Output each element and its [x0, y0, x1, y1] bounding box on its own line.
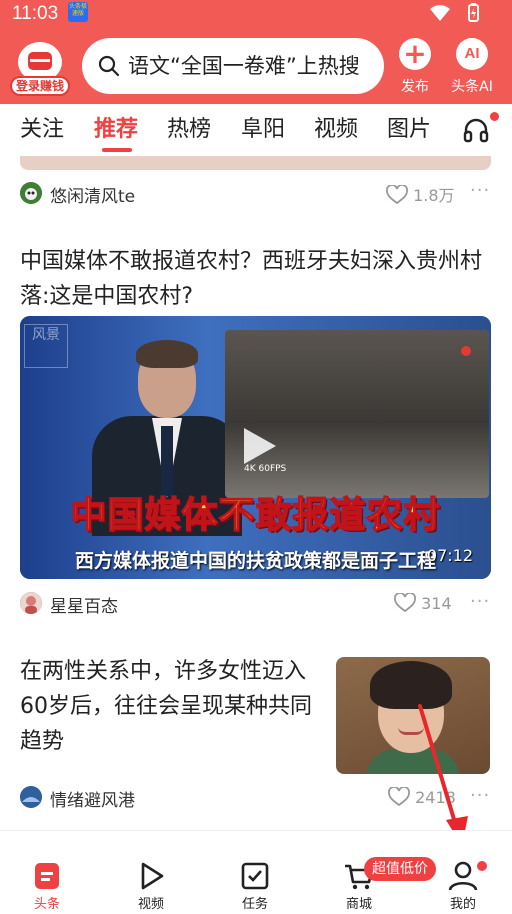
plus-icon: + [399, 38, 431, 70]
search-hint-text: 语文“全国一卷难”上热搜 [128, 54, 360, 78]
avatar[interactable] [20, 182, 42, 204]
previous-article-image[interactable] [20, 156, 491, 170]
heart-icon [388, 786, 410, 807]
video-subtitle-caption: 西方媒体报道中国的扶贫政策都是面子工程 [74, 550, 436, 572]
author-name[interactable]: 悠闲清风te [50, 182, 135, 207]
heart-icon [394, 592, 416, 613]
more-options-icon[interactable]: ··· [470, 785, 490, 806]
like-button[interactable]: 2418 [388, 786, 456, 807]
like-count: 2418 [415, 788, 456, 807]
avatar[interactable] [20, 786, 42, 808]
top-header: 登录赚钱 语文“全国一卷难”上热搜 + 发布 AI 头条AI [0, 28, 512, 104]
recording-dot [461, 346, 471, 356]
article-title[interactable]: 中国媒体不敢报道农村？西班牙夫妇深入贵州村落:这是中国农村? [20, 244, 490, 314]
divider [0, 632, 512, 640]
nav-profile-label: 我的 [449, 897, 476, 912]
thumb-smile [398, 727, 424, 735]
anchor-hair [136, 340, 198, 368]
nav-headlines-label: 头条 [33, 897, 60, 912]
category-tabs: 关注 推荐 热榜 阜阳 视频 图片 [0, 104, 512, 156]
profile-notification-dot [477, 861, 487, 871]
checkbox-icon [241, 862, 269, 890]
channel-watermark: 风景 [24, 324, 68, 368]
like-button[interactable]: 314 [394, 592, 452, 613]
search-bar[interactable]: 语文“全国一卷难”上热搜 [82, 38, 384, 94]
toutiao-ai-button[interactable]: AI 头条AI [444, 38, 500, 100]
wifi-icon [430, 5, 450, 21]
author-name[interactable]: 情绪避风港 [50, 786, 135, 811]
nav-profile[interactable]: 我的 [428, 831, 498, 914]
nav-mall-label: 商城 [345, 897, 372, 912]
user-icon [448, 861, 478, 891]
tab-pictures[interactable]: 图片 [387, 104, 431, 156]
like-button[interactable]: 1.8万 [386, 182, 455, 206]
headlines-icon [35, 863, 59, 889]
nav-tasks[interactable]: 任务 [220, 831, 290, 914]
nav-headlines[interactable]: 头条 [12, 831, 82, 914]
nav-tasks-label: 任务 [241, 897, 268, 912]
deal-badge: 超值低价 [364, 857, 436, 881]
like-count: 314 [421, 594, 452, 613]
headphones-icon[interactable] [462, 116, 490, 148]
thumb-hair [370, 661, 452, 709]
play-outline-icon [141, 862, 164, 890]
battery-icon [468, 3, 479, 22]
news-feed[interactable]: 悠闲清风te 1.8万 ··· 中国媒体不敢报道农村？西班牙夫妇深入贵州村落:这… [0, 156, 512, 830]
tab-hot-list[interactable]: 热榜 [167, 104, 211, 156]
headphones-notification-dot [490, 112, 499, 121]
active-tab-indicator [102, 148, 132, 152]
nav-video-label: 视频 [137, 897, 164, 912]
ai-icon: AI [456, 38, 488, 70]
divider [0, 222, 512, 230]
more-options-icon[interactable]: ··· [470, 180, 490, 201]
login-earn-label: 登录赚钱 [10, 76, 70, 96]
search-icon [98, 55, 120, 81]
bottom-navigation: 头条 视频 任务 商城 超值低价 我的 [0, 830, 512, 914]
status-time: 11:03 [12, 3, 59, 24]
publish-label: 发布 [401, 79, 429, 95]
article-title[interactable]: 在两性关系中，许多女性迈入60岁后，往往会呈现某种共同趋势 [20, 654, 316, 759]
more-options-icon[interactable]: ··· [470, 591, 490, 612]
heart-icon [386, 184, 408, 205]
login-earn-button[interactable]: 登录赚钱 [10, 42, 70, 98]
article-thumbnail[interactable] [336, 657, 490, 774]
video-thumbnail[interactable]: 风景 4K 60FPS 中国媒体不敢报道农村 西方媒体报道中国的扶贫政策都是面子… [20, 316, 491, 579]
tab-fuyang[interactable]: 阜阳 [241, 104, 285, 156]
nav-video[interactable]: 视频 [116, 831, 186, 914]
video-headline-caption: 中国媒体不敢报道农村 [70, 494, 441, 537]
status-bar: 11:03 头条极速版 [0, 0, 512, 28]
publish-button[interactable]: + 发布 [388, 38, 442, 100]
tab-video[interactable]: 视频 [314, 104, 358, 156]
tab-follow[interactable]: 关注 [20, 104, 64, 156]
toutiao-ai-label: 头条AI [451, 79, 493, 95]
author-name[interactable]: 星星百态 [50, 592, 118, 617]
app-notification-icon: 头条极速版 [68, 2, 88, 22]
video-duration: 07:12 [426, 546, 473, 565]
like-count: 1.8万 [413, 186, 455, 205]
avatar[interactable] [20, 592, 42, 614]
video-resolution-label: 4K 60FPS [244, 464, 287, 474]
system-icons [428, 2, 502, 28]
